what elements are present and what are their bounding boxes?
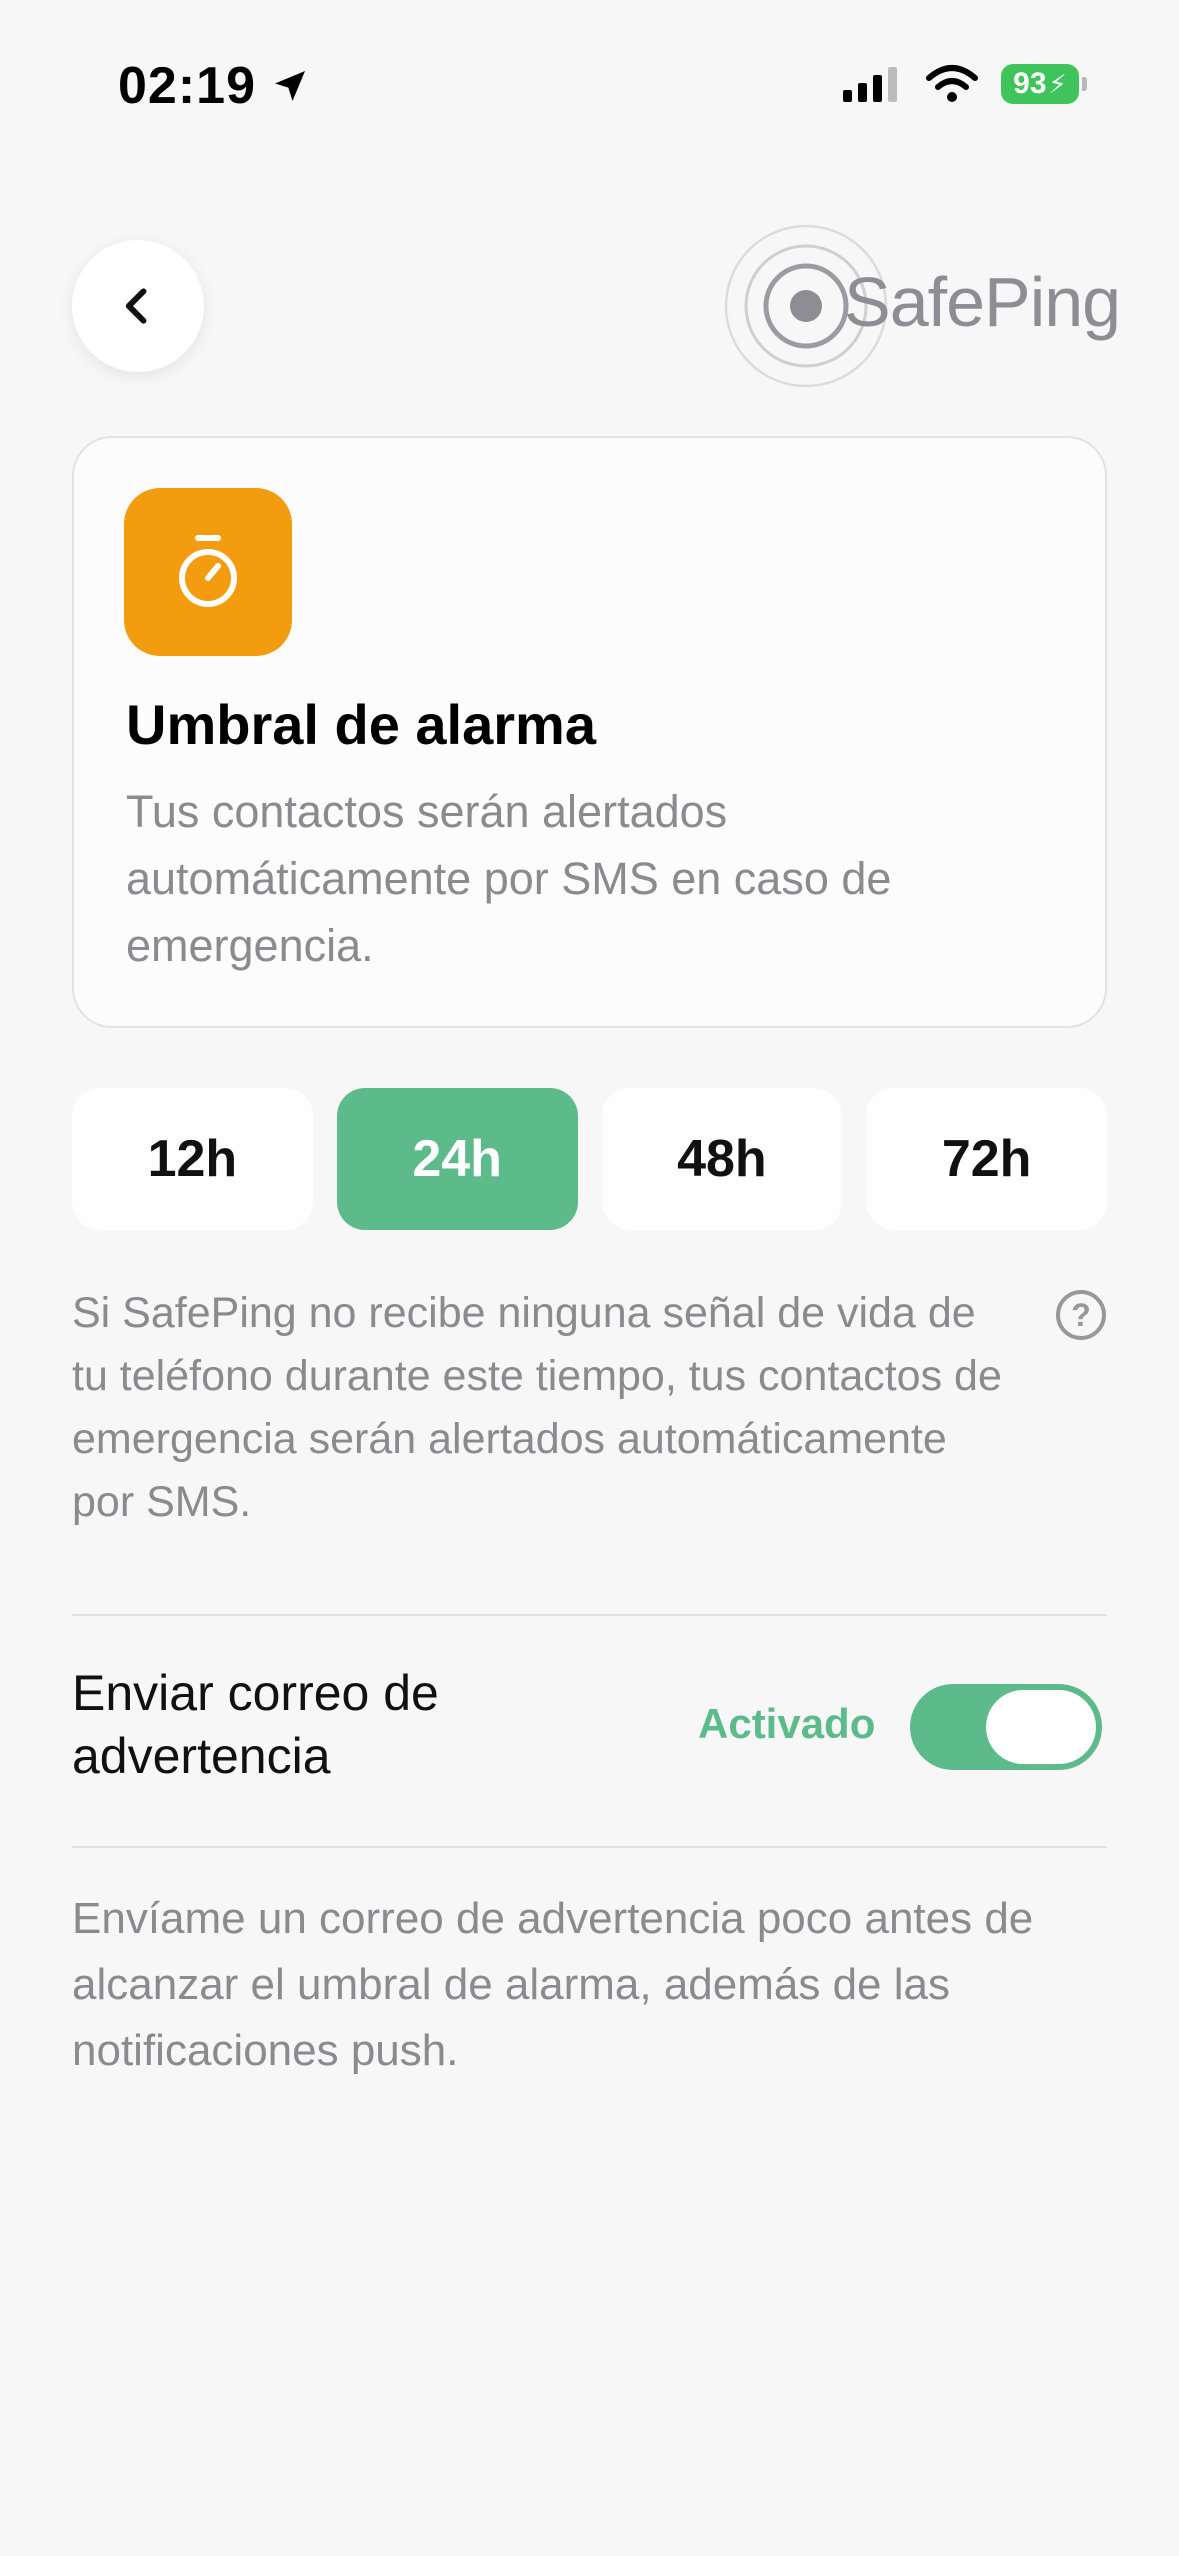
- threshold-option-72h[interactable]: 72h: [866, 1088, 1107, 1230]
- status-time-text: 02:19: [118, 57, 256, 115]
- cellular-signal-icon: [843, 67, 897, 102]
- threshold-selector: 12h 24h 48h 72h: [72, 1088, 1107, 1230]
- toggle-knob: [986, 1690, 1096, 1764]
- charging-bolt-icon: ⚡: [1048, 68, 1067, 99]
- status-icons: 93 ⚡: [843, 64, 1087, 104]
- battery-indicator: 93 ⚡: [1001, 64, 1087, 104]
- back-button[interactable]: [72, 240, 204, 372]
- threshold-option-12h[interactable]: 12h: [72, 1088, 313, 1230]
- threshold-info-text: Si SafePing no recibe ninguna señal de v…: [72, 1289, 1002, 1526]
- divider: [72, 1846, 1107, 1848]
- card-description: Tus contactos serán alertados automática…: [126, 786, 892, 971]
- threshold-settings-screen: 02:19 93 ⚡ SafePing Umbral de alarma Tus…: [0, 0, 1179, 2556]
- status-time: 02:19: [118, 56, 310, 116]
- warning-email-label: Enviar correo de advertencia: [72, 1665, 439, 1784]
- help-icon[interactable]: ?: [1056, 1290, 1106, 1340]
- chevron-left-icon: [125, 288, 147, 324]
- safeping-logo: SafePing: [722, 222, 1121, 390]
- card-icon-tile: [124, 488, 292, 656]
- divider: [72, 1614, 1107, 1616]
- warning-email-state: Activado: [698, 1700, 876, 1747]
- stopwatch-icon: [179, 535, 237, 607]
- alarm-threshold-card: Umbral de alarma Tus contactos serán ale…: [72, 436, 1107, 1028]
- location-arrow-icon: [275, 71, 305, 101]
- battery-level: 93: [1013, 67, 1047, 100]
- warning-email-toggle[interactable]: [910, 1684, 1102, 1770]
- warning-email-description: Envíame un correo de advertencia poco an…: [72, 1894, 1034, 2075]
- threshold-option-48h[interactable]: 48h: [601, 1088, 843, 1230]
- card-title: Umbral de alarma: [126, 693, 596, 756]
- logo-text: SafePing: [844, 263, 1121, 341]
- wifi-icon: [926, 65, 978, 102]
- threshold-option-24h[interactable]: 24h: [336, 1088, 578, 1230]
